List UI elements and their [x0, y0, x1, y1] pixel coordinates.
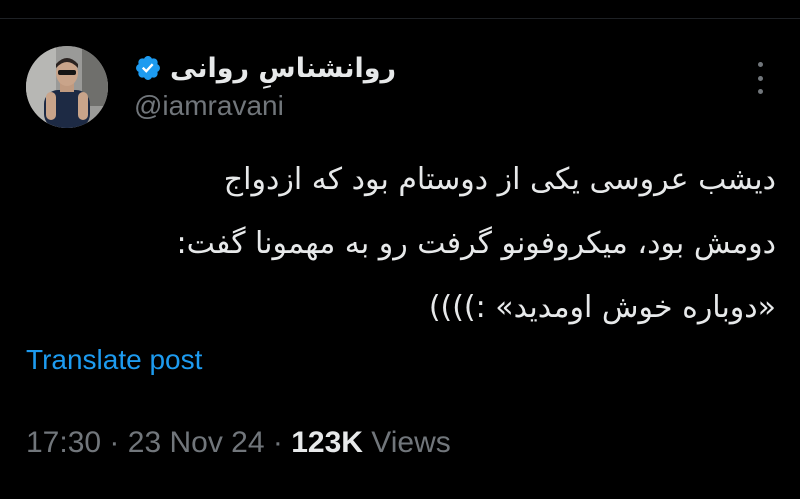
more-dot [757, 89, 763, 94]
tweet-text: دیشب عروسی یکی از دوستام بود که ازدواج د… [36, 148, 776, 340]
author-name-row: روانشناسِ روانی [134, 50, 396, 86]
tweet-text-line: «دوباره خوش اومدید» :)))) [428, 290, 776, 325]
tweet-meta: 17:30 · 23 Nov 24 · 123K Views [26, 426, 451, 460]
tweet-text-line: دیشب عروسی یکی از دوستام بود که ازدواج [223, 162, 776, 197]
tweet-text-line: دومش بود، میکروفونو گرفت رو به مهمونا گف… [176, 226, 776, 261]
more-options-icon[interactable] [750, 62, 770, 94]
top-divider [0, 18, 800, 19]
tweet-date[interactable]: 23 Nov 24 [128, 426, 265, 459]
views-label: Views [371, 426, 451, 459]
views-count[interactable]: 123K [291, 426, 363, 459]
more-dot [757, 75, 763, 81]
translate-post-link[interactable]: Translate post [26, 344, 202, 376]
author-handle[interactable]: @iamravani [134, 90, 284, 122]
author-block: روانشناسِ روانی @iamravani [134, 46, 434, 126]
more-dot [757, 62, 763, 67]
tweet-time[interactable]: 17:30 [26, 426, 101, 459]
verified-badge-icon[interactable] [134, 54, 162, 82]
avatar[interactable] [26, 46, 108, 128]
meta-separator: · [109, 426, 120, 459]
author-display-name[interactable]: روانشناسِ روانی [170, 53, 396, 84]
meta-separator: · [272, 426, 283, 459]
profile-photo [26, 46, 108, 128]
